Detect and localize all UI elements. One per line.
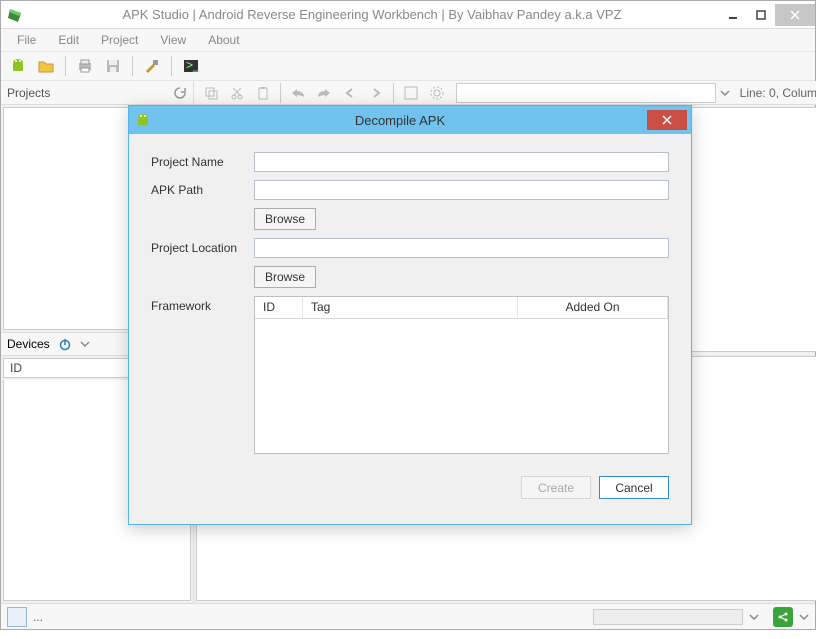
- minimize-button[interactable]: [719, 4, 747, 26]
- save-icon[interactable]: [102, 55, 124, 77]
- toolbar-divider: [65, 56, 66, 76]
- projects-refresh-icon[interactable]: [173, 86, 187, 100]
- apk-path-label: APK Path: [151, 183, 246, 197]
- decompile-apk-dialog: Decompile APK Project Name APK Path Brow…: [128, 105, 692, 525]
- dialog-body: Project Name APK Path Browse Project Loc…: [129, 134, 691, 466]
- checkbox-icon[interactable]: [400, 82, 422, 104]
- project-name-label: Project Name: [151, 155, 246, 169]
- menu-file[interactable]: File: [7, 31, 46, 49]
- project-name-row: Project Name: [151, 152, 669, 172]
- app-icon: [5, 7, 25, 23]
- cancel-button[interactable]: Cancel: [599, 476, 669, 499]
- progress-bar: [593, 609, 743, 625]
- search-dropdown-icon[interactable]: [720, 88, 730, 98]
- menu-edit[interactable]: Edit: [48, 31, 89, 49]
- framework-col-id[interactable]: ID: [255, 297, 303, 318]
- main-toolbar: >_: [1, 51, 815, 81]
- power-icon[interactable]: [58, 337, 72, 351]
- terminal-icon[interactable]: >_: [180, 55, 202, 77]
- share-chevron-down-icon[interactable]: [799, 612, 809, 622]
- paste-icon[interactable]: [252, 82, 274, 104]
- toolbar-divider: [280, 83, 281, 103]
- svg-text:>_: >_: [186, 58, 200, 72]
- redo-icon[interactable]: [313, 82, 335, 104]
- framework-col-added[interactable]: Added On: [518, 297, 668, 318]
- settings-icon[interactable]: [426, 82, 448, 104]
- location-browse-button[interactable]: Browse: [254, 266, 316, 288]
- dialog-title: Decompile APK: [153, 113, 647, 128]
- apk-browse-button[interactable]: Browse: [254, 208, 316, 230]
- statusbar-text: ...: [33, 610, 43, 624]
- menu-project[interactable]: Project: [91, 31, 148, 49]
- nav-back-icon[interactable]: [339, 82, 361, 104]
- framework-table[interactable]: ID Tag Added On: [254, 296, 669, 454]
- projects-header: Projects: [1, 81, 193, 105]
- maximize-button[interactable]: [747, 4, 775, 26]
- editor-toolbar: Line: 0, Column: 0: [194, 81, 816, 105]
- dialog-titlebar[interactable]: Decompile APK: [129, 106, 691, 134]
- menu-about[interactable]: About: [198, 31, 249, 49]
- build-icon[interactable]: [141, 55, 163, 77]
- statusbar-chevron-down-icon[interactable]: [749, 612, 759, 622]
- undo-icon[interactable]: [287, 82, 309, 104]
- devices-chevron-down-icon[interactable]: [80, 339, 90, 349]
- close-button[interactable]: [775, 4, 815, 26]
- devices-label: Devices: [7, 337, 50, 351]
- main-titlebar: APK Studio | Android Reverse Engineering…: [1, 1, 815, 29]
- dialog-android-icon: [133, 112, 153, 128]
- search-input[interactable]: [456, 83, 716, 103]
- menubar: File Edit Project View About: [1, 29, 815, 51]
- app-title: APK Studio | Android Reverse Engineering…: [25, 7, 719, 22]
- apk-path-input[interactable]: [254, 180, 669, 200]
- location-browse-row: Browse: [254, 266, 669, 288]
- dialog-button-bar: Create Cancel: [129, 466, 691, 513]
- share-button[interactable]: [773, 607, 793, 627]
- project-location-row: Project Location: [151, 238, 669, 258]
- window-controls: [719, 4, 815, 26]
- projects-label: Projects: [7, 86, 50, 100]
- toolbar-divider: [132, 56, 133, 76]
- cursor-position: Line: 0, Column: 0: [740, 86, 816, 100]
- menu-view[interactable]: View: [150, 31, 196, 49]
- dialog-close-button[interactable]: [647, 110, 687, 130]
- toolbar-divider: [171, 56, 172, 76]
- statusbar: ...: [1, 603, 815, 629]
- project-location-label: Project Location: [151, 241, 246, 255]
- create-button[interactable]: Create: [521, 476, 591, 499]
- project-location-input[interactable]: [254, 238, 669, 258]
- print-icon[interactable]: [74, 55, 96, 77]
- cut-icon[interactable]: [226, 82, 248, 104]
- framework-col-tag[interactable]: Tag: [303, 297, 518, 318]
- statusbar-view-toggle[interactable]: [7, 607, 27, 627]
- copy-icon[interactable]: [200, 82, 222, 104]
- apk-path-row: APK Path: [151, 180, 669, 200]
- nav-forward-icon[interactable]: [365, 82, 387, 104]
- framework-label: Framework: [151, 296, 246, 313]
- android-icon[interactable]: [7, 55, 29, 77]
- folder-open-icon[interactable]: [35, 55, 57, 77]
- project-name-input[interactable]: [254, 152, 669, 172]
- toolbar-divider: [393, 83, 394, 103]
- apk-browse-row: Browse: [254, 208, 669, 230]
- framework-table-header: ID Tag Added On: [255, 297, 668, 319]
- framework-row: Framework ID Tag Added On: [151, 296, 669, 454]
